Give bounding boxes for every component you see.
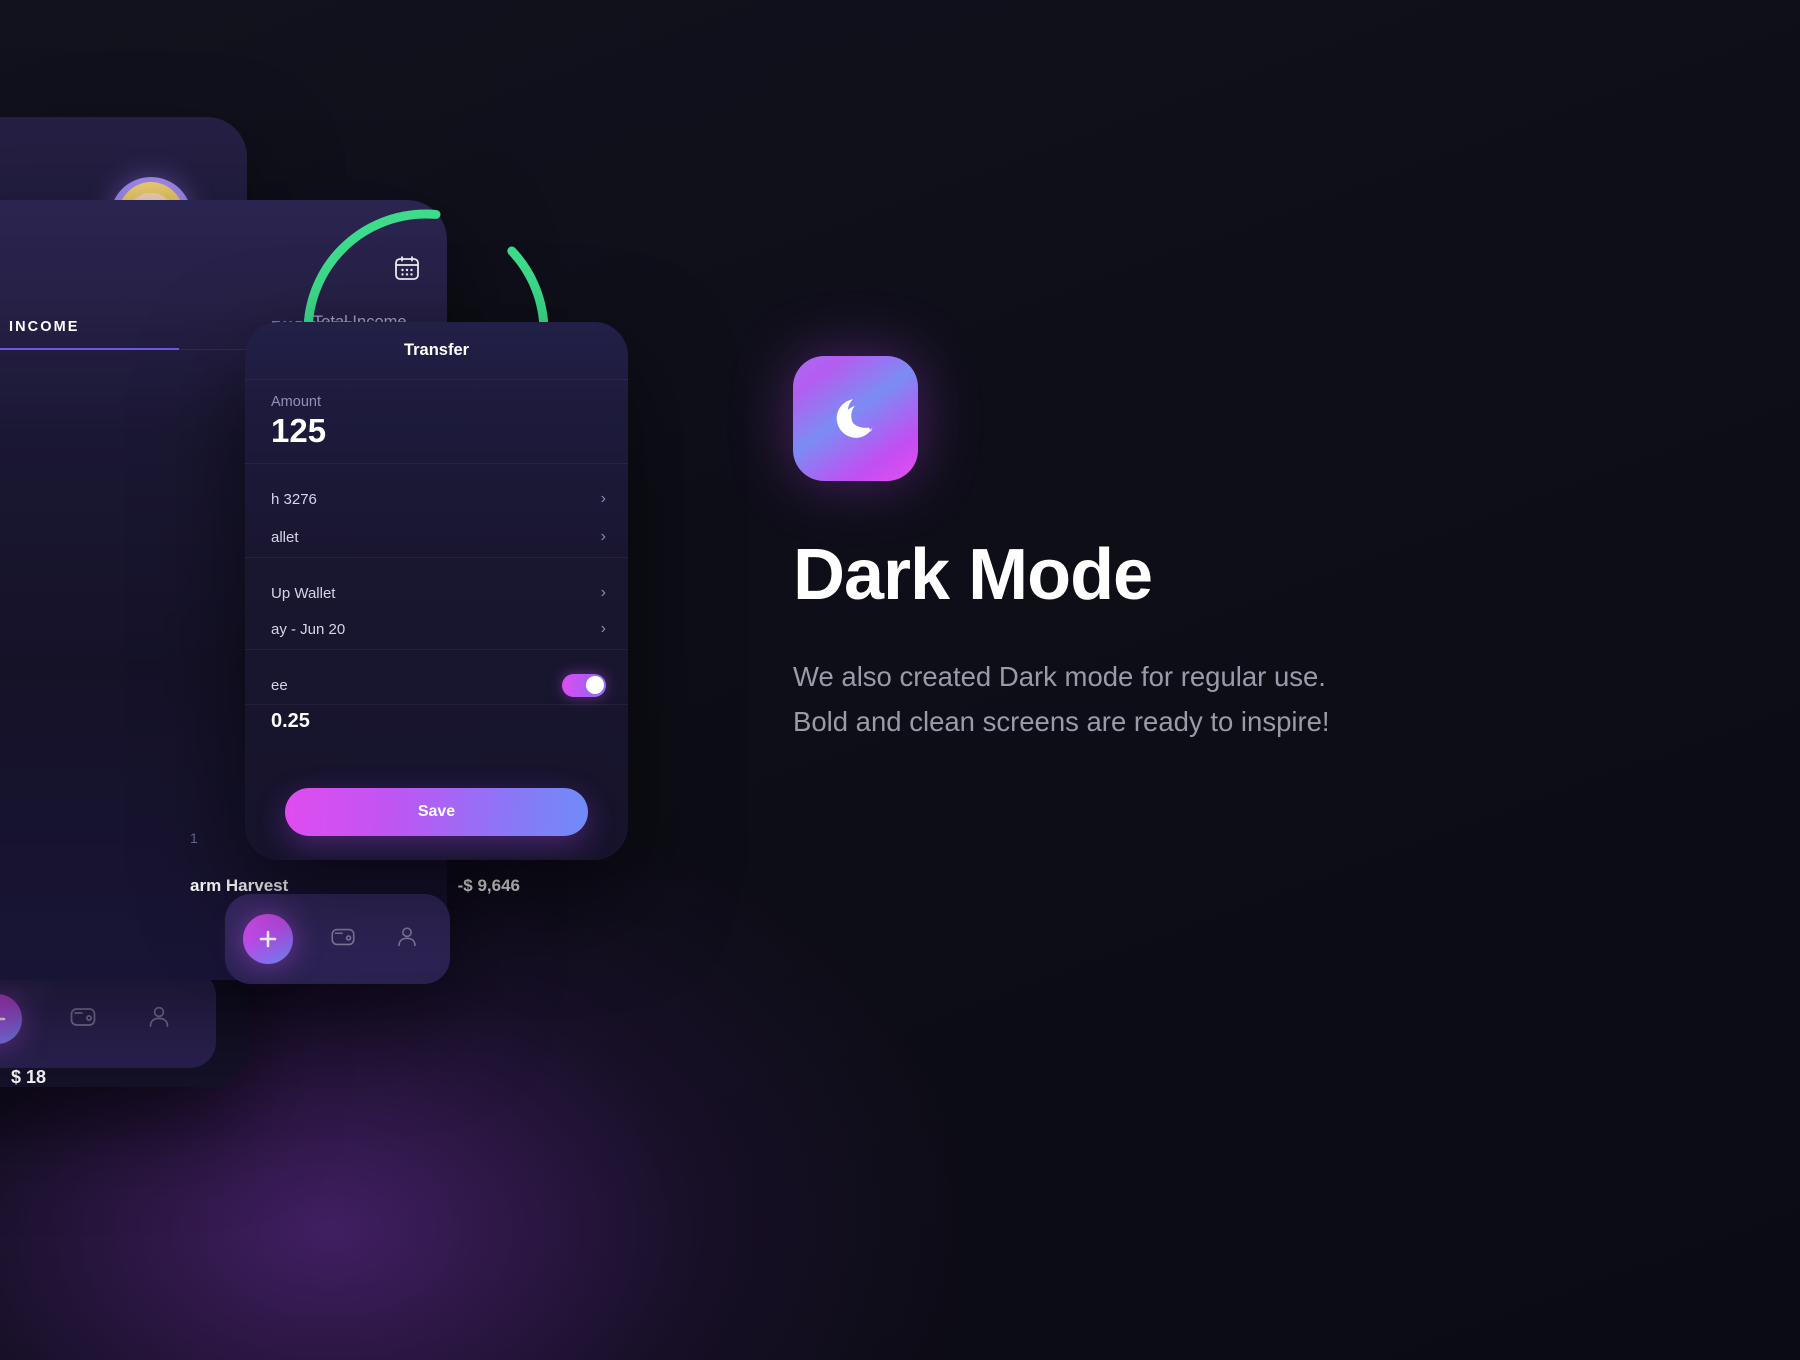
- moon-icon: [836, 398, 872, 438]
- plus-icon: [259, 930, 277, 948]
- bottom-nav-left: [0, 970, 216, 1068]
- divider: [245, 557, 628, 558]
- promo-section: Dark Mode We also created Dark mode for …: [793, 356, 1493, 744]
- transaction-value: -$ 9,646: [457, 876, 520, 895]
- transfer-fee-row[interactable]: ee: [245, 666, 628, 704]
- wallet-label: allet: [271, 528, 299, 546]
- amount-value: 125: [271, 412, 327, 449]
- transfer-amount-block[interactable]: Amount 125: [245, 380, 628, 464]
- promo-description: We also created Dark mode for regular us…: [793, 661, 1330, 737]
- chevron-right-icon: ›: [600, 528, 606, 545]
- transfer-panel: Transfer Amount 125 h 3276 › allet › Up …: [245, 322, 628, 860]
- plus-icon: [0, 1017, 6, 1021]
- amount-label: Amount: [271, 394, 321, 410]
- screenshot-root: Analytics › * 3276 Show CVV VIS *** 07/ …: [0, 0, 1800, 1360]
- transfer-header: Transfer: [245, 322, 628, 380]
- transfer-date-row[interactable]: ay - Jun 20 ›: [245, 610, 628, 648]
- transaction-amount-2: $ 18: [11, 1067, 47, 1087]
- fee-toggle[interactable]: [562, 673, 606, 697]
- profile-icon-mid[interactable]: [393, 923, 421, 956]
- transfer-to-row[interactable]: Up Wallet ›: [245, 574, 628, 612]
- wallet-icon-left[interactable]: [68, 1002, 98, 1037]
- save-button[interactable]: Save: [285, 788, 588, 836]
- transfer-wallet-row[interactable]: allet ›: [245, 518, 628, 556]
- transaction-name: arm Harvest: [190, 876, 289, 895]
- chevron-right-icon: ›: [600, 490, 606, 507]
- divider: [245, 649, 628, 650]
- chevron-right-icon: ›: [600, 620, 606, 637]
- tab-income[interactable]: INCOME: [0, 305, 179, 350]
- transfer-title: Transfer: [403, 341, 470, 359]
- transaction-date: 1: [190, 830, 198, 846]
- toggle-knob: [585, 676, 604, 694]
- add-fab-button-mid[interactable]: [243, 914, 293, 964]
- transfer-date-label: ay - Jun 20: [271, 620, 346, 638]
- chevron-right-icon: ›: [600, 584, 606, 601]
- table-row[interactable]: arm Harvest -$ 9,646: [190, 876, 520, 896]
- bottom-nav-mid: [225, 894, 450, 984]
- to-wallet-label: Up Wallet: [271, 584, 336, 602]
- profile-icon-left[interactable]: [144, 1002, 174, 1037]
- fee-value: 0.25: [271, 710, 310, 732]
- profile-icon: [149, 1006, 169, 1027]
- page-title: Dark Mode: [793, 535, 1153, 615]
- wallet-icon-mid[interactable]: [329, 923, 357, 956]
- fee-label: ee: [271, 676, 288, 694]
- divider: [245, 704, 628, 705]
- wallet-icon: [331, 928, 355, 945]
- add-fab-button-left[interactable]: [0, 994, 22, 1044]
- from-account-label: h 3276: [271, 490, 317, 508]
- transfer-from-row[interactable]: h 3276 ›: [245, 480, 628, 518]
- profile-icon: [398, 926, 416, 946]
- moon-icon-tile: [793, 356, 918, 481]
- wallet-icon: [70, 1007, 96, 1026]
